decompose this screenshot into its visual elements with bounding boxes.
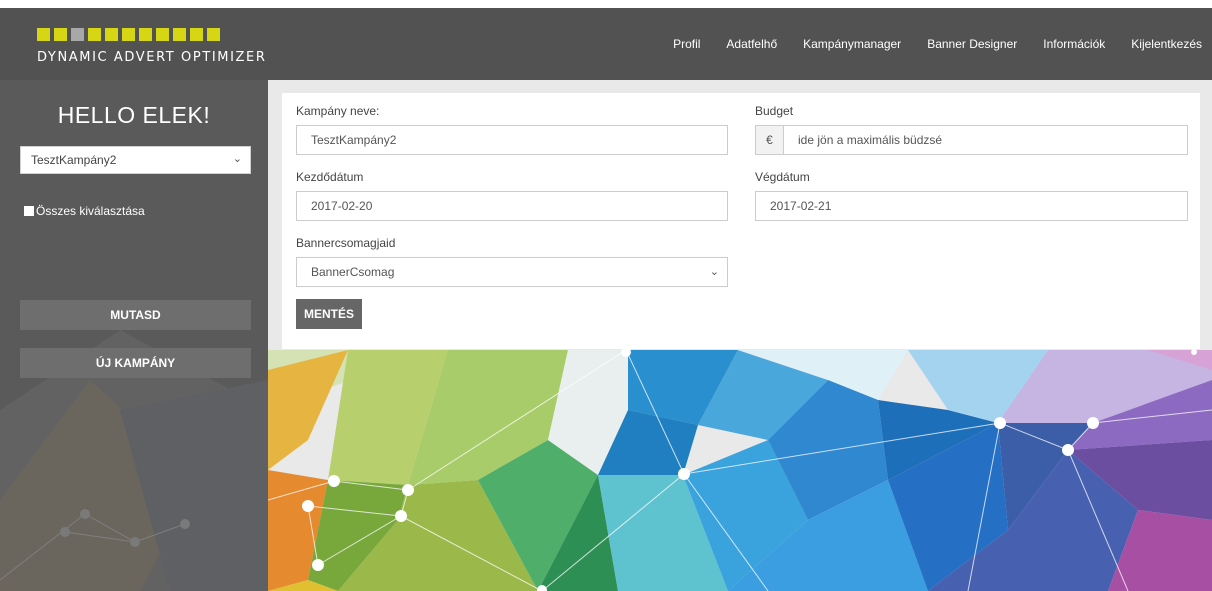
budget-placeholder: ide jön a maximális büdzsé — [798, 133, 943, 147]
campaign-form-panel: Kampány neve: TesztKampány2 Budget € ide… — [282, 93, 1200, 349]
new-campaign-button[interactable]: ÚJ KAMPÁNY — [20, 348, 251, 378]
banner-packages-value: BannerCsomag — [311, 265, 395, 279]
budget-label: Budget — [755, 104, 794, 118]
budget-field[interactable]: € ide jön a maximális büdzsé — [755, 125, 1188, 155]
save-button[interactable]: MENTÉS — [296, 299, 362, 329]
logo[interactable]: DYNAMIC ADVERT OPTIMIZER — [37, 28, 267, 65]
end-date-label: Végdátum — [755, 170, 810, 184]
start-date-label: Kezdődátum — [296, 170, 364, 184]
campaign-select-value: TesztKampány2 — [31, 153, 117, 167]
select-all-label: Összes kiválasztása — [36, 204, 145, 218]
select-all-option[interactable]: Összes kiválasztása — [24, 204, 145, 218]
logo-text: DYNAMIC ADVERT OPTIMIZER — [37, 50, 267, 65]
end-date-field[interactable]: 2017-02-21 — [755, 191, 1188, 221]
nav-link-kijelentkezes[interactable]: Kijelentkezés — [1131, 37, 1202, 51]
logo-squares-icon — [37, 28, 267, 42]
nav-link-banner-designer[interactable]: Banner Designer — [927, 37, 1017, 51]
banner-packages-select[interactable]: BannerCsomag ⌄ — [296, 257, 728, 287]
sidebar: HELLO ELEK! TesztKampány2 ⌄ Összes kivál… — [0, 80, 268, 591]
nav-link-kampanymanager[interactable]: Kampánymanager — [803, 37, 901, 51]
campaign-name-field[interactable]: TesztKampány2 — [296, 125, 728, 155]
chevron-down-icon: ⌄ — [232, 153, 242, 165]
top-header: DYNAMIC ADVERT OPTIMIZER Profil Adatfelh… — [0, 8, 1212, 80]
checkbox-icon[interactable] — [24, 206, 34, 216]
start-date-field[interactable]: 2017-02-20 — [296, 191, 728, 221]
main-content: Kampány neve: TesztKampány2 Budget € ide… — [268, 80, 1212, 591]
nav-link-profil[interactable]: Profil — [673, 37, 700, 51]
euro-icon: € — [756, 126, 784, 154]
campaign-select[interactable]: TesztKampány2 ⌄ — [20, 146, 251, 174]
main-nav: Profil Adatfelhő Kampánymanager Banner D… — [647, 8, 1202, 80]
nav-link-adatfelho[interactable]: Adatfelhő — [726, 37, 777, 51]
campaign-name-label: Kampány neve: — [296, 104, 380, 118]
banner-packages-label: Bannercsomagjaid — [296, 236, 396, 250]
nav-link-informaciok[interactable]: Információk — [1043, 37, 1105, 51]
chevron-down-icon: ⌄ — [709, 266, 719, 278]
greeting-title: HELLO ELEK! — [57, 102, 211, 128]
show-button[interactable]: MUTASD — [20, 300, 251, 330]
